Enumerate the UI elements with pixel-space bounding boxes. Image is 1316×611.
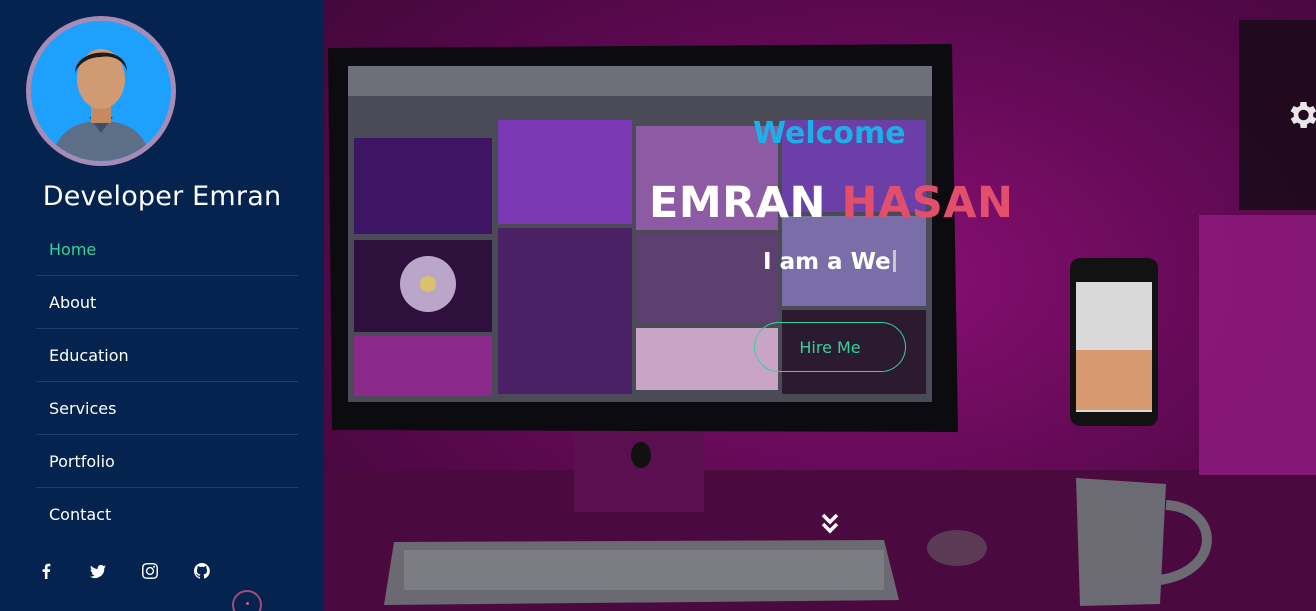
typed-tagline: I am a We — [763, 249, 896, 275]
hero-first-name: EMRAN — [649, 178, 827, 228]
nav-item-services[interactable]: Services — [36, 382, 298, 435]
brand-title: Developer Emran — [42, 181, 282, 212]
social-links — [34, 560, 214, 582]
nav-item-portfolio[interactable]: Portfolio — [36, 435, 298, 488]
hero-name: EMRAN HASAN — [649, 178, 1014, 228]
sidebar: Developer Emran Home About Education Ser… — [0, 0, 324, 611]
nav-item-contact[interactable]: Contact — [36, 488, 298, 541]
hero-section: Welcome EMRAN HASAN I am a We Hire Me — [324, 0, 1316, 611]
nav-item-education[interactable]: Education — [36, 329, 298, 382]
double-chevron-down-icon[interactable] — [820, 513, 840, 535]
settings-gear-icon[interactable] — [1284, 97, 1316, 133]
typed-text: I am a We — [763, 249, 891, 275]
typing-cursor — [892, 250, 896, 272]
instagram-icon[interactable] — [138, 560, 162, 582]
hero-last-name: HASAN — [841, 178, 1014, 228]
facebook-icon[interactable] — [34, 560, 58, 582]
profile-avatar — [26, 16, 176, 166]
main-nav: Home About Education Services Portfolio … — [36, 223, 298, 541]
nav-item-about[interactable]: About — [36, 276, 298, 329]
scroll-indicator[interactable] — [232, 590, 262, 611]
nav-item-home[interactable]: Home — [36, 223, 298, 276]
github-icon[interactable] — [190, 560, 214, 582]
welcome-heading: Welcome — [753, 116, 906, 151]
hire-me-button[interactable]: Hire Me — [754, 322, 906, 372]
twitter-icon[interactable] — [86, 560, 110, 582]
